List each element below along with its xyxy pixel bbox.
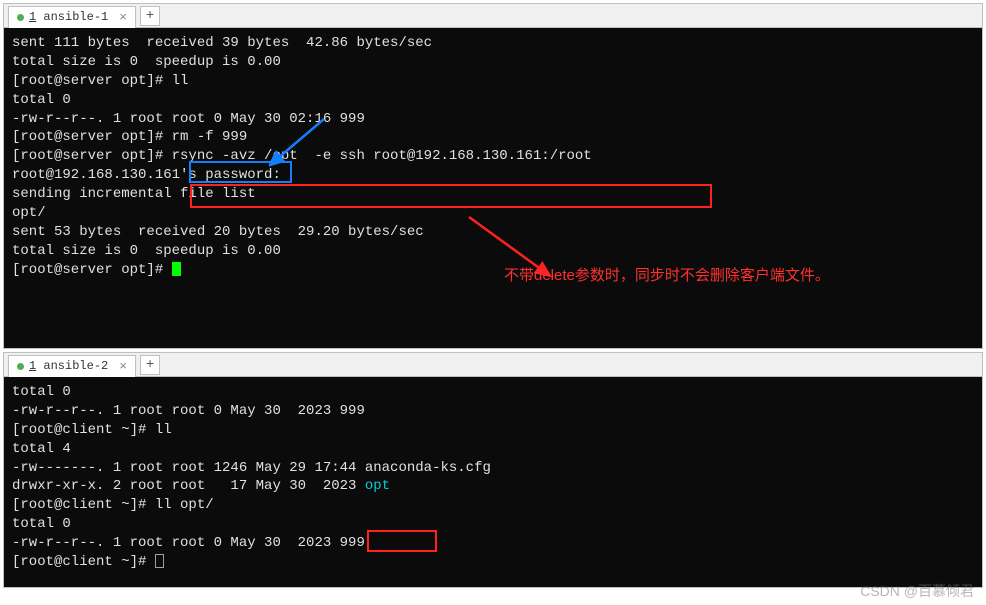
close-icon[interactable]: ×: [119, 359, 127, 374]
tab-ansible-1[interactable]: 1 ansible-1 ×: [8, 6, 136, 28]
cursor-icon: [155, 554, 164, 568]
prompt-line: [root@client ~]# ll opt/: [12, 496, 974, 515]
status-dot-icon: [17, 14, 24, 21]
red-highlight-box-2: [367, 530, 437, 552]
terminal-2[interactable]: total 0 -rw-r--r--. 1 root root 0 May 30…: [4, 377, 982, 587]
output-line: -rw-r--r--. 1 root root 0 May 30 02:16 9…: [12, 110, 974, 129]
cursor-icon: [172, 262, 181, 276]
status-dot-icon: [17, 363, 24, 370]
tab-bar-1: 1 ansible-1 × +: [4, 4, 982, 28]
dir-name: opt: [365, 478, 390, 494]
output-line: total 0: [12, 383, 974, 402]
prompt-line: [root@server opt]# rsync -avz /opt -e ss…: [12, 147, 974, 166]
output-line: sent 111 bytes received 39 bytes 42.86 b…: [12, 34, 974, 53]
output-line: total 4: [12, 440, 974, 459]
output-line: total 0: [12, 515, 974, 534]
prompt-line: [root@server opt]# rm -f 999: [12, 128, 974, 147]
red-highlight-box-1: [190, 184, 712, 208]
close-icon[interactable]: ×: [119, 10, 127, 25]
output-line: total size is 0 speedup is 0.00: [12, 53, 974, 72]
blue-highlight-box: [189, 161, 292, 183]
output-line: drwxr-xr-x. 2 root root 17 May 30 2023 o…: [12, 477, 974, 496]
new-tab-button[interactable]: +: [140, 355, 160, 375]
annotation-text: 不带delete参数时，同步时不会删除客户端文件。: [504, 266, 830, 286]
tab-index: 1: [29, 10, 36, 24]
terminal-window-1: 1 ansible-1 × + sent 111 bytes received …: [3, 3, 983, 349]
output-line: total size is 0 speedup is 0.00: [12, 242, 974, 261]
new-tab-button[interactable]: +: [140, 6, 160, 26]
output-line: -rw-r--r--. 1 root root 0 May 30 2023 99…: [12, 534, 974, 553]
prompt-line: [root@client ~]#: [12, 553, 974, 572]
terminal-window-2: 1 ansible-2 × + total 0 -rw-r--r--. 1 ro…: [3, 352, 983, 588]
output-line: -rw-------. 1 root root 1246 May 29 17:4…: [12, 459, 974, 478]
prompt-line: [root@client ~]# ll: [12, 421, 974, 440]
output-line: -rw-r--r--. 1 root root 0 May 30 2023 99…: [12, 402, 974, 421]
output-line: root@192.168.130.161's password:: [12, 166, 974, 185]
output-line: sent 53 bytes received 20 bytes 29.20 by…: [12, 223, 974, 242]
tab-name: ansible-1: [43, 10, 108, 24]
prompt-line: [root@server opt]# ll: [12, 72, 974, 91]
tab-index: 1: [29, 359, 36, 373]
terminal-1[interactable]: sent 111 bytes received 39 bytes 42.86 b…: [4, 28, 982, 348]
output-line: total 0: [12, 91, 974, 110]
watermark-text: CSDN @百慕倾君: [860, 581, 974, 601]
tab-name: ansible-2: [43, 359, 108, 373]
tab-ansible-2[interactable]: 1 ansible-2 ×: [8, 355, 136, 377]
tab-bar-2: 1 ansible-2 × +: [4, 353, 982, 377]
